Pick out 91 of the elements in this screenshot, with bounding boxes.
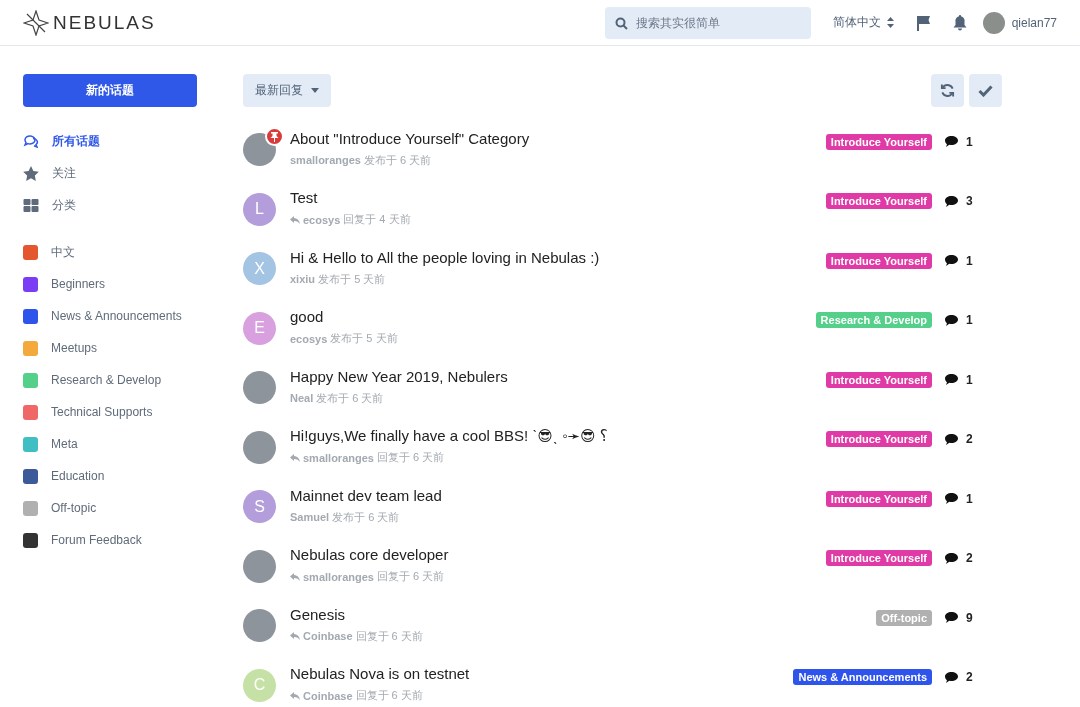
grid-icon xyxy=(23,198,39,212)
category-link[interactable]: News & Announcements xyxy=(51,309,182,323)
star-logo-icon xyxy=(23,9,49,36)
search-field[interactable]: 搜索其实很简单 xyxy=(604,6,811,39)
topic-time: 回复于 6 天前 xyxy=(355,628,423,644)
logo-text[interactable]: NEBULAS xyxy=(53,11,156,34)
category-link[interactable]: Technical Supports xyxy=(51,405,153,419)
reply-count: 2 xyxy=(966,551,973,566)
reply-icon xyxy=(290,632,300,641)
category-tag[interactable]: Introduce Yourself xyxy=(825,193,932,210)
nav-item[interactable]: 所有话题 xyxy=(23,125,197,157)
comment-icon xyxy=(945,136,958,148)
comment-icon xyxy=(945,552,958,564)
search-icon xyxy=(614,16,628,30)
bell-icon[interactable] xyxy=(952,14,967,31)
reply-count: 2 xyxy=(966,670,973,685)
nav-item[interactable]: 关注 xyxy=(23,157,197,189)
topic-title[interactable]: Genesis xyxy=(290,605,346,623)
topic-title[interactable]: Nebulas core developer xyxy=(290,546,449,564)
avatar-placeholder[interactable] xyxy=(243,609,276,643)
language-selector[interactable]: 简体中文 xyxy=(832,14,881,31)
reply-count: 1 xyxy=(966,134,973,149)
reply-count: 3 xyxy=(966,194,973,209)
comment-icon xyxy=(945,374,958,386)
reply-count: 9 xyxy=(966,610,973,625)
category-link[interactable]: Research & Develop xyxy=(51,373,162,387)
category-link[interactable]: Meta xyxy=(51,437,78,451)
sort-dropdown[interactable]: 最新回复 xyxy=(243,74,331,107)
new-topic-button[interactable]: 新的话题 xyxy=(23,74,197,107)
topic-title[interactable]: Mainnet dev team lead xyxy=(290,486,442,504)
topic-time: 发布于 6 天前 xyxy=(316,390,384,406)
caret-icon xyxy=(311,88,319,93)
refresh-button[interactable] xyxy=(931,74,964,107)
topic-time: 发布于 6 天前 xyxy=(332,509,400,525)
category-link[interactable]: Meetups xyxy=(51,341,98,355)
category-tag[interactable]: Introduce Yourself xyxy=(825,133,932,150)
reply-count: 1 xyxy=(966,372,973,387)
category-tag[interactable]: Introduce Yourself xyxy=(825,550,932,567)
flag-icon[interactable] xyxy=(915,14,931,31)
topic-time: 发布于 6 天前 xyxy=(363,152,432,168)
avatar-placeholder[interactable] xyxy=(243,371,276,405)
comment-icon xyxy=(945,314,958,326)
comment-icon xyxy=(945,612,958,624)
topic-time: 发布于 5 天前 xyxy=(330,331,398,347)
comment-icon xyxy=(945,255,958,267)
reply-icon xyxy=(290,453,300,462)
nav-item[interactable]: 分类 xyxy=(23,189,197,221)
category-tag[interactable]: Introduce Yourself xyxy=(825,252,932,269)
category-link[interactable]: Off-topic xyxy=(51,501,97,515)
category-tag[interactable]: Introduce Yourself xyxy=(825,431,932,448)
reply-count: 1 xyxy=(966,313,973,328)
mark-read-button[interactable] xyxy=(969,74,1002,107)
topic-title[interactable]: good xyxy=(290,308,324,326)
category-tag[interactable]: Introduce Yourself xyxy=(825,371,932,388)
reply-icon xyxy=(290,691,300,700)
comment-icon xyxy=(945,671,958,683)
avatar-placeholder[interactable] xyxy=(243,549,276,583)
topic-title[interactable]: Test xyxy=(290,189,318,207)
refresh-icon xyxy=(940,83,955,98)
topic-time: 发布于 5 天前 xyxy=(318,271,386,287)
topic-title[interactable]: Nebulas Nova is on testnet xyxy=(290,665,470,683)
topic-title[interactable]: Hi!guys,We finally have a cool BBS! ˋ😎ˎ ◦➛😎 ⸮ xyxy=(290,427,608,446)
username[interactable]: qielan77 xyxy=(1011,15,1057,30)
topic-title[interactable]: About "Introduce Yourself" Category xyxy=(290,129,530,147)
check-icon xyxy=(978,84,993,97)
comment-icon xyxy=(945,195,958,207)
category-tag[interactable]: News & Announcements xyxy=(793,669,932,686)
chat-icon xyxy=(23,134,39,148)
topic-time: 回复于 6 天前 xyxy=(376,569,445,585)
topic-time: 回复于 6 天前 xyxy=(355,688,423,704)
topic-title[interactable]: Hi & Hello to All the people loving in Nebulas :) xyxy=(290,248,600,266)
reply-count: 1 xyxy=(966,253,973,268)
avatar-placeholder[interactable] xyxy=(243,133,276,167)
topic-time: 回复于 6 天前 xyxy=(376,450,445,466)
category-link[interactable]: 中文 xyxy=(51,243,75,261)
sort-caret-icon xyxy=(886,17,894,28)
category-tag[interactable]: Introduce Yourself xyxy=(825,490,932,507)
topic-time: 回复于 4 天前 xyxy=(343,212,411,228)
user-avatar[interactable] xyxy=(982,11,1005,34)
star-icon xyxy=(23,165,39,181)
comment-icon xyxy=(945,493,958,505)
category-link[interactable]: Education xyxy=(51,469,105,483)
reply-icon xyxy=(290,215,300,224)
comment-icon xyxy=(945,433,958,445)
category-link[interactable]: Beginners xyxy=(51,277,106,291)
topic-title[interactable]: Happy New Year 2019, Nebulers xyxy=(290,367,508,385)
category-link[interactable]: Forum Feedback xyxy=(51,533,142,547)
reply-count: 1 xyxy=(966,491,973,506)
avatar-placeholder[interactable] xyxy=(243,430,276,464)
reply-icon xyxy=(290,572,300,581)
reply-count: 2 xyxy=(966,432,973,447)
